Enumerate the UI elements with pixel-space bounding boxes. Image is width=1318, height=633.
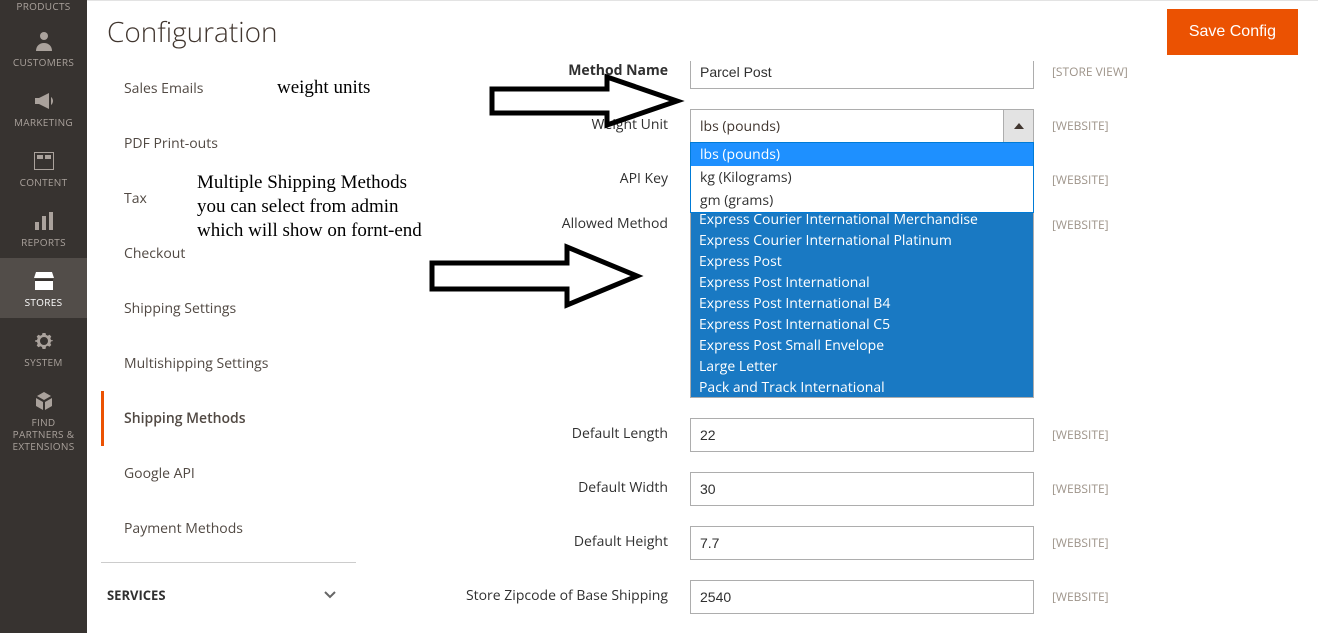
form-area: Method Name [STORE VIEW] Weight Unit lbs… [356,61,1318,633]
label-allowed-method: Allowed Method [376,208,690,233]
save-config-button[interactable]: Save Config [1167,9,1298,55]
conf-nav-checkout[interactable]: Checkout [101,226,356,281]
barchart-icon [4,208,83,234]
select-weight-unit[interactable]: lbs (pounds) [690,109,1034,143]
option-express-post[interactable]: Express Post [691,251,1033,272]
label-method-name: Method Name [376,61,690,80]
option-ep-intl-b4[interactable]: Express Post International B4 [691,293,1033,314]
page-header: Configuration Save Config [87,1,1318,61]
scope-default-length: [WEBSITE] [1034,418,1154,443]
nav-content[interactable]: CONTENT [0,138,87,198]
nav-customers[interactable]: CUSTOMERS [0,18,87,78]
option-gm[interactable]: gm (grams) [691,189,1033,212]
option-kg[interactable]: kg (Kilograms) [691,166,1033,189]
multiselect-allowed-method[interactable]: Express Courier International Merchandis… [690,208,1034,398]
input-default-length[interactable] [690,418,1034,452]
scope-default-height: [WEBSITE] [1034,526,1154,551]
conf-nav-tax[interactable]: Tax [101,171,356,226]
nav-find-partners[interactable]: FIND PARTNERS & EXTENSIONS [0,378,87,462]
storefront-icon [4,268,83,294]
option-ep-intl-c5[interactable]: Express Post International C5 [691,314,1033,335]
caret-up-icon[interactable] [1003,110,1033,142]
option-pack-track-intl[interactable]: Pack and Track International [691,377,1033,398]
layout-icon [4,148,83,174]
option-ep-small-env[interactable]: Express Post Small Envelope [691,335,1033,356]
label-default-length: Default Length [376,418,690,443]
conf-nav-pdf-printouts[interactable]: PDF Print-outs [101,116,356,171]
label-default-width: Default Width [376,472,690,497]
conf-nav-shipping-methods[interactable]: Shipping Methods [101,391,356,446]
blocks-icon [4,388,83,414]
nav-system[interactable]: SYSTEM [0,318,87,378]
label-store-zip: Store Zipcode of Base Shipping [376,580,690,605]
admin-sidebar: PRODUCTS CUSTOMERS MARKETING CONTENT REP… [0,0,87,633]
conf-nav-payment-methods[interactable]: Payment Methods [101,501,356,556]
option-lbs[interactable]: lbs (pounds) [691,143,1033,166]
option-ep-intl[interactable]: Express Post International [691,272,1033,293]
input-method-name[interactable] [690,61,1034,89]
input-default-height[interactable] [690,526,1034,560]
gear-icon [4,328,83,354]
label-weight-unit: Weight Unit [376,109,690,134]
page-title: Configuration [107,13,278,51]
scope-default-width: [WEBSITE] [1034,472,1154,497]
nav-reports[interactable]: REPORTS [0,198,87,258]
main-panel: Configuration Save Config Sales Emails P… [87,0,1318,633]
label-api-key: API Key [376,163,690,188]
nav-stores[interactable]: STORES [0,258,87,318]
conf-group-services[interactable]: SERVICES [101,562,356,614]
option-eci-platinum[interactable]: Express Courier International Platinum [691,230,1033,251]
scope-api-key: [WEBSITE] [1034,163,1154,188]
scope-store-zip: [WEBSITE] [1034,580,1154,605]
person-icon [4,28,83,54]
megaphone-icon [4,88,83,114]
scope-allowed-method: [WEBSITE] [1034,208,1154,233]
conf-nav-multishipping[interactable]: Multishipping Settings [101,336,356,391]
dropdown-weight-unit: lbs (pounds) kg (Kilograms) gm (grams) [690,142,1034,213]
nav-marketing[interactable]: MARKETING [0,78,87,138]
scope-weight-unit: [WEBSITE] [1034,109,1154,134]
input-default-width[interactable] [690,472,1034,506]
option-large-letter[interactable]: Large Letter [691,356,1033,377]
nav-products[interactable]: PRODUCTS [0,0,87,18]
config-nav: Sales Emails PDF Print-outs Tax Checkout… [87,61,356,633]
input-store-zip[interactable] [690,580,1034,614]
chevron-down-icon [324,585,336,604]
conf-nav-shipping-settings[interactable]: Shipping Settings [101,281,356,336]
label-default-height: Default Height [376,526,690,551]
scope-method-name: [STORE VIEW] [1034,61,1154,80]
conf-nav-sales-emails[interactable]: Sales Emails [101,61,356,116]
conf-nav-google-api[interactable]: Google API [101,446,356,501]
